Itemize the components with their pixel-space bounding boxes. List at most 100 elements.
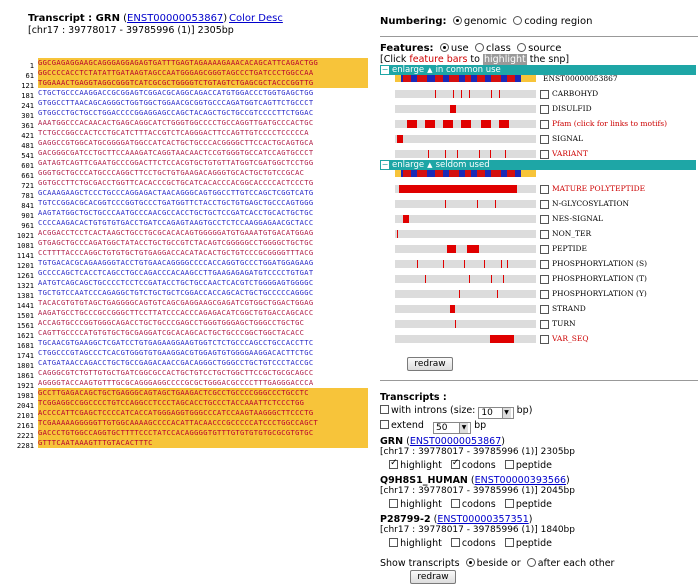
feature-block[interactable] — [425, 120, 435, 128]
feature-track-bar[interactable] — [395, 185, 536, 193]
sequence-text[interactable]: GCCTTGAGACAGCTGCTGAGGGCAGTAGCTGAAGACTCGC… — [38, 388, 368, 398]
feature-tick[interactable] — [425, 275, 426, 283]
feature-block[interactable] — [397, 135, 403, 143]
feature-block[interactable] — [450, 305, 455, 313]
sequence-text[interactable]: CAGTTGCCCCATGTGTGCTGCGAGGATCGCACAGCACTGC… — [38, 328, 368, 338]
feature-tick[interactable] — [443, 260, 444, 268]
feature-block[interactable] — [403, 215, 409, 223]
feature-tick[interactable] — [499, 90, 500, 98]
sequence-text[interactable]: GACCCTGTGGCCAGGTGCTTTTCCCTATCCACAGGGGTGT… — [38, 428, 368, 438]
sequence-text[interactable]: CTGGCCCGTAGCCCTCACGTGGGTGTGAAGGACGTGGAGT… — [38, 348, 368, 358]
feature-checkbox[interactable] — [540, 200, 549, 209]
sequence-text[interactable]: GTGAGCTGCCCAGATGGCTATACCTGCTGCCGTCTACAGT… — [38, 238, 368, 248]
feature-checkbox[interactable] — [540, 120, 549, 129]
sequence-text[interactable]: GGCCCCACCTCTATATTGATAAGTAGCCAATGGGAGCGGG… — [38, 68, 368, 78]
feature-checkbox[interactable] — [540, 290, 549, 299]
feature-track-bar[interactable] — [395, 105, 536, 113]
feature-track-bar[interactable] — [395, 90, 536, 98]
sequence-text[interactable]: CCTTTTACCCAGGCTGTGTGCTGTGAGGACCACATACACT… — [38, 248, 368, 258]
feature-tick[interactable] — [503, 275, 504, 283]
feature-track-bar[interactable] — [395, 120, 536, 128]
collapse-icon[interactable]: − — [381, 66, 389, 74]
feature-track-bar[interactable] — [395, 275, 536, 283]
feature-track-bar[interactable] — [395, 200, 536, 208]
feature-checkbox[interactable] — [540, 230, 549, 239]
feature-tick[interactable] — [457, 150, 458, 158]
codons-checkbox[interactable] — [450, 458, 460, 469]
feature-tick[interactable] — [501, 260, 502, 268]
feature-tick[interactable] — [469, 275, 470, 283]
feature-track-bar[interactable] — [395, 245, 536, 253]
feature-tick[interactable] — [507, 260, 508, 268]
highlight-checkbox[interactable] — [389, 458, 399, 469]
feature-tick[interactable] — [417, 260, 418, 268]
coding-region-radio[interactable] — [513, 16, 523, 25]
feature-track-bar[interactable] — [395, 305, 536, 313]
feature-tick[interactable] — [435, 90, 436, 98]
sequence-text[interactable]: GGCGAGAGGAAGCAGGGAGGAGAGTGATTTGAGTAGAAAA… — [38, 58, 368, 68]
feature-checkbox[interactable] — [540, 320, 549, 329]
redraw-button[interactable]: redraw — [407, 357, 453, 371]
sequence-text[interactable]: GTTTCAATAAAGTTTGTACACTTTC — [38, 438, 368, 448]
feature-checkbox[interactable] — [540, 245, 549, 254]
sequence-text[interactable]: CAGGGCGTCTGTTGTGCTGATCGGCGCCACTGCTGTCCTG… — [38, 368, 368, 378]
sequence-text[interactable]: GCCCCAGCTCACCTCAGCCTGCCAGACCCACAAGCCTTGA… — [38, 268, 368, 278]
feature-track-bar[interactable] — [395, 135, 536, 143]
sequence-text[interactable]: ACGGACCTCCTCACTAAGCTGCCTGCGCACACAGTGGGGG… — [38, 228, 368, 238]
feature-tick[interactable] — [490, 150, 491, 158]
feature-tick[interactable] — [497, 290, 498, 298]
beside-radio[interactable] — [465, 558, 475, 567]
sequence-text[interactable]: AGGGGTACCAAGTGTTTGCGCAGGGAGGCCCCGCGCTGGG… — [38, 378, 368, 388]
sequence-text[interactable]: TGCTGTCCAATCCCAGAGGCTGTCTGCTGCTCGGACCACC… — [38, 288, 368, 298]
sequence-text[interactable]: CCCCAAGACACTGTGTGTGACCTGATCCAGAGTAAGTGCC… — [38, 218, 368, 228]
feature-track-bar[interactable] — [395, 290, 536, 298]
sequence-text[interactable]: GGGTGCTGCCCATGCCCAGGCTTCCTGCTGTGAAGACAGG… — [38, 168, 368, 178]
feature-tick[interactable] — [428, 150, 429, 158]
genomic-radio[interactable] — [452, 16, 462, 25]
feature-checkbox[interactable] — [540, 275, 549, 284]
feature-block[interactable] — [447, 245, 456, 253]
sequence-text[interactable]: AAGATGCCTGCCCGCCGGGCTTCCTTATCCCACCCAGAGA… — [38, 308, 368, 318]
feature-tick[interactable] — [484, 260, 485, 268]
transcript-ruler[interactable] — [395, 170, 536, 177]
feature-tick[interactable] — [469, 90, 470, 98]
feature-track-bar[interactable] — [395, 335, 536, 343]
sequence-text[interactable]: GAGGCCGTGGCATGCGGGGATGGCCATCACTGCTGCCCAC… — [38, 138, 368, 148]
feature-block[interactable] — [461, 120, 471, 128]
feature-tick[interactable] — [445, 200, 446, 208]
sequence-text[interactable]: GACGGGCGATCCTGCTTCCAAAGATCAGGTAACAACTCCG… — [38, 148, 368, 158]
feature-tick[interactable] — [495, 200, 496, 208]
feature-block[interactable] — [399, 185, 517, 193]
transcript-link[interactable]: ENST00000357351 — [437, 514, 528, 525]
sequence-text[interactable]: TCTGCCGGCCACTCCTGCATCTTTACCGTCTCAGGGACTT… — [38, 128, 368, 138]
feature-block[interactable] — [490, 335, 514, 343]
feature-tick[interactable] — [505, 150, 506, 158]
codons-checkbox[interactable] — [450, 538, 460, 547]
sequence-text[interactable]: TGCAACGTGAAGGCTCGATCCTGTGAGAAGGAAGTGGTCT… — [38, 338, 368, 348]
feature-tick[interactable] — [397, 230, 398, 238]
use-radio[interactable] — [439, 43, 449, 52]
transcript-link[interactable]: ENST00000053867 — [410, 436, 501, 447]
sequence-text[interactable]: TACACGTGTGTAGCTGAGGGGCAGTGTCAGCGAGGAAGCG… — [38, 298, 368, 308]
feature-track-bar[interactable] — [395, 230, 536, 238]
transcript-ruler[interactable] — [395, 75, 536, 82]
feature-checkbox[interactable] — [540, 215, 549, 224]
sequence-text[interactable]: CATGATAACCAGACCTGCTGCCGAGACAACCGACAGGGCT… — [38, 358, 368, 368]
extend-size-select[interactable]: 50 ▼ — [432, 422, 472, 434]
sequence-text[interactable]: TGGAAACTGAGGTAGGCGGGTCATCGCGCTGGGGTCTGTA… — [38, 78, 368, 88]
transcript-link[interactable]: ENST00000393566 — [475, 475, 566, 486]
source-radio[interactable] — [517, 43, 527, 52]
feature-checkbox[interactable] — [540, 135, 549, 144]
feature-tick[interactable] — [464, 260, 465, 268]
feature-tick[interactable] — [459, 290, 460, 298]
feature-track-bar[interactable] — [395, 260, 536, 268]
feature-tick[interactable] — [491, 275, 492, 283]
feature-tick[interactable] — [455, 320, 456, 328]
feature-block[interactable] — [450, 105, 456, 113]
sequence-text[interactable]: ACCAGTGCCCGGTGGGCAGACCTGCTGCCCGAGCCTGGGT… — [38, 318, 368, 328]
peptide-checkbox[interactable] — [504, 538, 514, 547]
sequence-text[interactable]: AAGTATGGCTGCTGCCCAATGCCCAACGCCACCTGCTGCT… — [38, 208, 368, 218]
class-radio[interactable] — [474, 43, 484, 52]
feature-tick[interactable] — [477, 200, 478, 208]
sequence-text[interactable]: TCGAAAAAGGGGGTTGTGGCAAAAGCCCCACATTACAACC… — [38, 418, 368, 428]
